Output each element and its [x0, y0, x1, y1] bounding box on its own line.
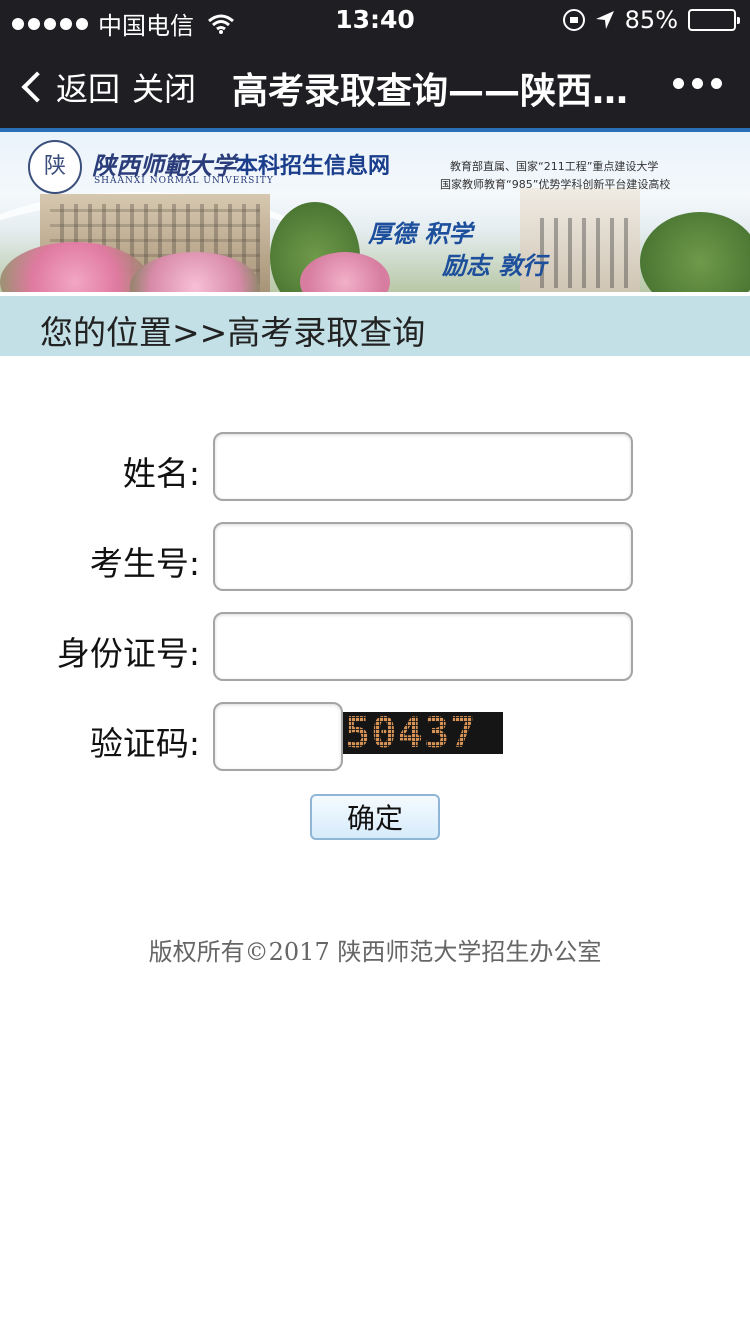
chevron-left-icon: [21, 71, 53, 103]
submit-button[interactable]: 确定: [310, 794, 440, 840]
captcha-input[interactable]: [213, 702, 343, 771]
captcha-dot-matrix: [343, 712, 503, 754]
banner-motto: 励志 敦行: [442, 251, 547, 280]
close-button[interactable]: 关闭: [132, 64, 196, 110]
breadcrumb-text: 您的位置>>高考录取查询: [40, 313, 426, 352]
name-input[interactable]: [213, 432, 633, 501]
back-button[interactable]: 返回: [20, 64, 120, 110]
id-number-input[interactable]: [213, 612, 633, 681]
header-banner: 陕 陕西师範大学 SHAANXI NORMAL UNIVERSITY 本科招生信…: [0, 132, 750, 292]
exam-number-label: 考生号:: [89, 544, 200, 583]
back-label: 返回: [56, 70, 121, 108]
page-title: 高考录取查询——陕西…: [232, 71, 629, 112]
status-bar: 中国电信 13:40 85%: [0, 0, 750, 40]
nav-bar: 返回 关闭 高考录取查询——陕西…: [0, 40, 750, 128]
university-seal-logo: 陕: [28, 140, 82, 194]
captcha-label: 验证码:: [89, 724, 200, 763]
rotation-lock-icon: [562, 9, 585, 31]
exam-number-input[interactable]: [213, 522, 633, 591]
more-menu-icon[interactable]: [673, 78, 722, 89]
banner-tagline: 教育部直属、国家“211工程”重点建设大学: [450, 160, 659, 173]
site-name: 本科招生信息网: [236, 154, 391, 179]
battery-percent: 85%: [624, 6, 678, 34]
status-right: 85%: [562, 6, 740, 34]
captcha-image[interactable]: 50437: [343, 712, 503, 754]
battery-icon: [688, 9, 740, 31]
id-number-label: 身份证号:: [56, 634, 200, 673]
banner-tree: [640, 212, 750, 292]
copyright-footer: 版权所有©2017 陕西师范大学招生办公室: [148, 938, 602, 966]
banner-tagline: 国家教师教育“985”优势学科创新平台建设高校: [440, 178, 671, 191]
name-label: 姓名:: [122, 454, 200, 493]
breadcrumb: 您的位置>>高考录取查询: [0, 296, 750, 356]
location-arrow-icon: [595, 11, 614, 29]
banner-motto: 厚德 积学: [368, 219, 473, 248]
